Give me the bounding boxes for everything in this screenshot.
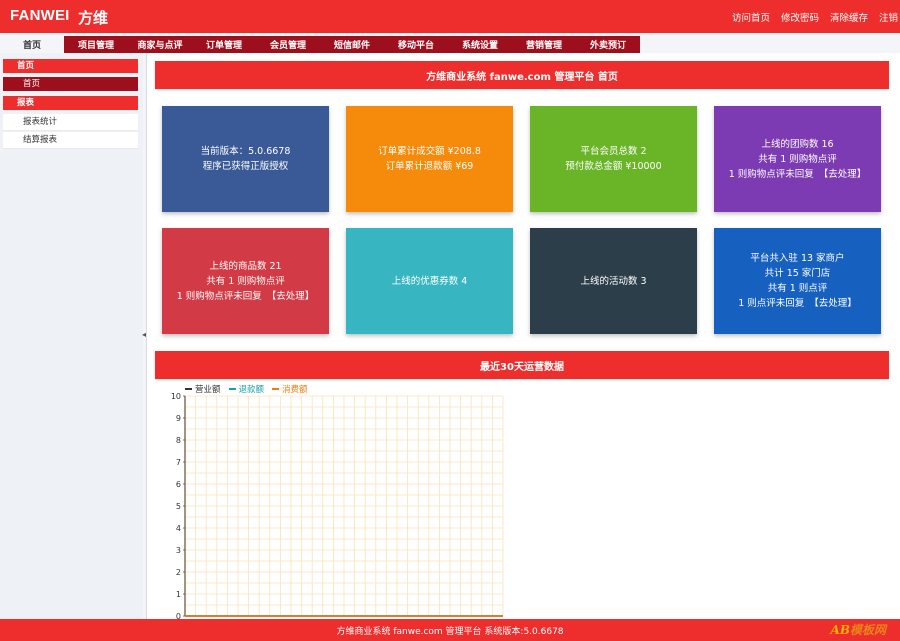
version-card: 当前版本：5.0.6678 程序已获得正版授权 [162, 106, 329, 212]
sidebar-section-home[interactable]: 首页 [3, 59, 138, 73]
handle-link[interactable]: 【去处理】 [819, 169, 867, 180]
top-links: 访问首页 修改密码 清除缓存 注销 [732, 10, 898, 24]
sidebar: 首页 首页 报表 报表统计 结算报表 [0, 53, 143, 619]
tab-settings[interactable]: 系统设置 [448, 36, 512, 53]
watermark-logo: AB模板网 [830, 623, 886, 637]
activity-card: 上线的活动数 3 [530, 228, 697, 334]
card-line: 上线的团购数 16 [761, 138, 834, 150]
y-tick-label: 9 [176, 414, 181, 423]
card-line: 订单累计退款额 ¥69 [385, 161, 474, 172]
card-line: 共有 1 则购物点评 [758, 153, 837, 165]
card-line: 共有 1 则点评 [767, 283, 828, 294]
operations-chart: 012345678910 [171, 392, 504, 620]
card-line: 平台共入驻 13 家商户 [750, 253, 845, 264]
card-line: 共有 1 则购物点评 [206, 275, 285, 287]
sidebar-item-report-stats[interactable]: 报表统计 [3, 114, 138, 131]
collapse-arrow-icon[interactable]: ◂ [142, 330, 146, 344]
card-line: 上线的活动数 3 [580, 275, 647, 287]
brand-name-cn: 方维 [78, 10, 109, 27]
y-tick-label: 2 [176, 568, 181, 577]
card-line: 上线的优惠券数 4 [391, 275, 468, 287]
footer: 方维商业系统 fanwe.com 管理平台 系统版本:5.0.6678 [0, 619, 900, 641]
order-amount-card: 订单累计成交额 ¥208.8 订单累计退款额 ¥69 [346, 106, 513, 212]
tab-sms-email[interactable]: 短信邮件 [320, 36, 384, 53]
y-tick-label: 1 [176, 590, 181, 599]
y-tick-label: 3 [176, 546, 181, 555]
sidebar-section-report[interactable]: 报表 [3, 96, 138, 110]
tab-home[interactable]: 首页 [0, 36, 64, 53]
card-line-text: 1 则点评未回复 [738, 298, 805, 309]
visit-home-link[interactable]: 访问首页 [732, 10, 770, 24]
card-line: 预付款总金额 ¥10000 [565, 161, 662, 172]
tab-takeout[interactable]: 外卖预订 [576, 36, 640, 53]
card-line: 当前版本：5.0.6678 [200, 146, 291, 157]
card-line: 1 则购物点评未回复 【去处理】 [177, 289, 315, 304]
card-line: 订单累计成交额 ¥208.8 [378, 146, 481, 157]
y-tick-label: 7 [176, 458, 181, 467]
main-content: 方维商业系统 fanwe.com 管理平台 首页 当前版本：5.0.6678 程序… [147, 53, 900, 620]
card-line-text: 1 则购物点评未回复 [176, 290, 262, 302]
y-tick-label: 4 [176, 524, 181, 533]
page-title: 方维商业系统 fanwe.com 管理平台 首页 [155, 61, 889, 89]
card-line: 1 则点评未回复 【去处理】 [738, 296, 857, 311]
handle-link[interactable]: 【去处理】 [267, 291, 315, 302]
top-header: FANWEI 方维 访问首页 修改密码 清除缓存 注销 [0, 0, 900, 33]
sidebar-item-settlement-report[interactable]: 结算报表 [3, 132, 138, 149]
y-tick-label: 8 [176, 436, 181, 445]
sidebar-item-home[interactable]: 首页 [3, 77, 138, 91]
groupbuy-card: 上线的团购数 16 共有 1 则购物点评 1 则购物点评未回复 【去处理】 [714, 106, 881, 212]
card-line-text: 1 则购物点评未回复 [728, 168, 814, 180]
tab-merchants[interactable]: 商家与点评 [128, 36, 192, 53]
goods-card: 上线的商品数 21 共有 1 则购物点评 1 则购物点评未回复 【去处理】 [162, 228, 329, 334]
member-card: 平台会员总数 2 预付款总金额 ¥10000 [530, 106, 697, 212]
logout-link[interactable]: 注销 [879, 10, 898, 24]
handle-link[interactable]: 【去处理】 [809, 298, 857, 309]
tab-mobile[interactable]: 移动平台 [384, 36, 448, 53]
clear-cache-link[interactable]: 清除缓存 [830, 10, 868, 24]
card-line: 1 则购物点评未回复 【去处理】 [729, 167, 867, 182]
y-tick-label: 5 [176, 502, 181, 511]
tab-members[interactable]: 会员管理 [256, 36, 320, 53]
tab-marketing[interactable]: 营销管理 [512, 36, 576, 53]
change-password-link[interactable]: 修改密码 [781, 10, 819, 24]
card-line: 共计 15 家门店 [764, 268, 831, 279]
main-nav: 首页 项目管理 商家与点评 订单管理 会员管理 短信邮件 移动平台 系统设置 营… [0, 36, 640, 53]
y-tick-label: 6 [176, 480, 181, 489]
chart-title: 最近30天运营数据 [155, 351, 889, 379]
card-line: 平台会员总数 2 [580, 146, 647, 157]
brand-logo: FANWEI [10, 7, 70, 24]
card-line: 上线的商品数 21 [209, 260, 282, 272]
tab-projects[interactable]: 项目管理 [64, 36, 128, 53]
tab-orders[interactable]: 订单管理 [192, 36, 256, 53]
coupon-card: 上线的优惠券数 4 [346, 228, 513, 334]
merchant-card: 平台共入驻 13 家商户 共计 15 家门店 共有 1 则点评 1 则点评未回复 【去处… [714, 228, 881, 334]
y-tick-label: 10 [171, 392, 181, 401]
card-line: 程序已获得正版授权 [202, 161, 289, 172]
